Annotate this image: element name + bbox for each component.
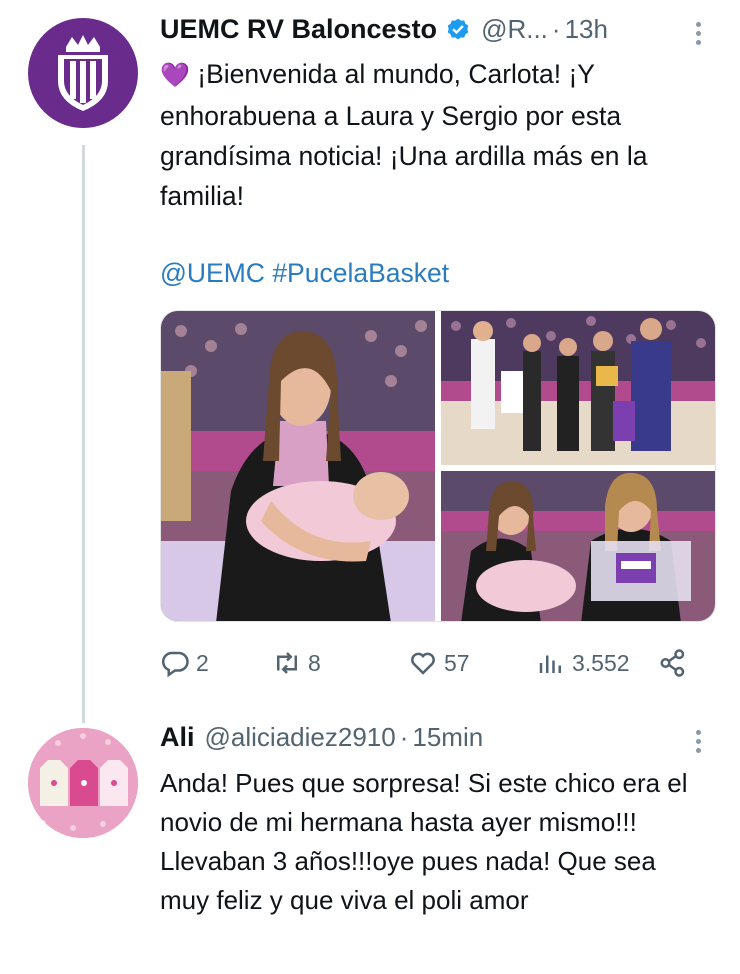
like-count: 57 [444, 649, 470, 676]
retweet-icon [277, 652, 297, 674]
like-button[interactable]: 57 [408, 648, 470, 678]
photo-court-ceremony[interactable] [441, 311, 716, 465]
views-icon [539, 655, 561, 673]
reply-icon [161, 651, 189, 678]
author-name[interactable]: UEMC RV Baloncesto [160, 14, 437, 45]
share-icon [660, 649, 685, 677]
separator: · [551, 14, 561, 44]
ali-avatar[interactable] [28, 728, 138, 838]
timestamp[interactable]: 13h [565, 14, 608, 45]
author-handle[interactable]: @R... [481, 14, 548, 45]
purple-heart-emoji: 💜 [160, 62, 190, 89]
more-icon[interactable] [696, 730, 702, 757]
reply-author-name[interactable]: Ali [160, 722, 195, 753]
verified-badge-icon [447, 18, 469, 39]
like-icon [411, 652, 435, 675]
uemc-avatar[interactable] [28, 18, 138, 128]
reply-timestamp[interactable]: 15min [412, 722, 483, 753]
reply-author-handle[interactable]: @aliciadiez2910 [205, 722, 396, 753]
thread-connector-line [82, 145, 85, 723]
media-grid[interactable] [160, 310, 716, 622]
tweet-text: 💜 ¡Bienvenida al mundo, Carlota! ¡Y enho… [160, 54, 705, 216]
hashtag-link[interactable]: #PucelaBasket [272, 258, 449, 288]
tweet-body: ¡Bienvenida al mundo, Carlota! ¡Y enhora… [160, 59, 648, 211]
share-button[interactable] [658, 648, 694, 678]
reply-button[interactable]: 2 [160, 648, 209, 678]
reply-count: 2 [196, 649, 209, 676]
separator: · [399, 722, 409, 752]
views-count: 3.552 [572, 649, 630, 676]
tweet-tags: @UEMC #PucelaBasket [160, 258, 449, 289]
photo-woman-holding-baby[interactable] [161, 311, 435, 622]
mention-link[interactable]: @UEMC [160, 258, 265, 288]
avatar-image [28, 728, 138, 838]
retweet-count: 8 [308, 649, 321, 676]
tweet-header: UEMC RV Baloncesto @R... · 13h [160, 14, 608, 45]
reply-header: Ali @aliciadiez2910 · 15min [160, 722, 483, 753]
retweet-button[interactable]: 8 [272, 648, 321, 678]
reply-text: Anda! Pues que sorpresa! Si este chico e… [160, 768, 688, 915]
photo-gift-basket[interactable] [441, 471, 716, 622]
more-icon[interactable] [696, 22, 702, 49]
tweet-actions: 2 8 57 3.552 [160, 648, 700, 682]
club-crest-icon [58, 35, 108, 111]
views-button[interactable]: 3.552 [536, 648, 630, 678]
